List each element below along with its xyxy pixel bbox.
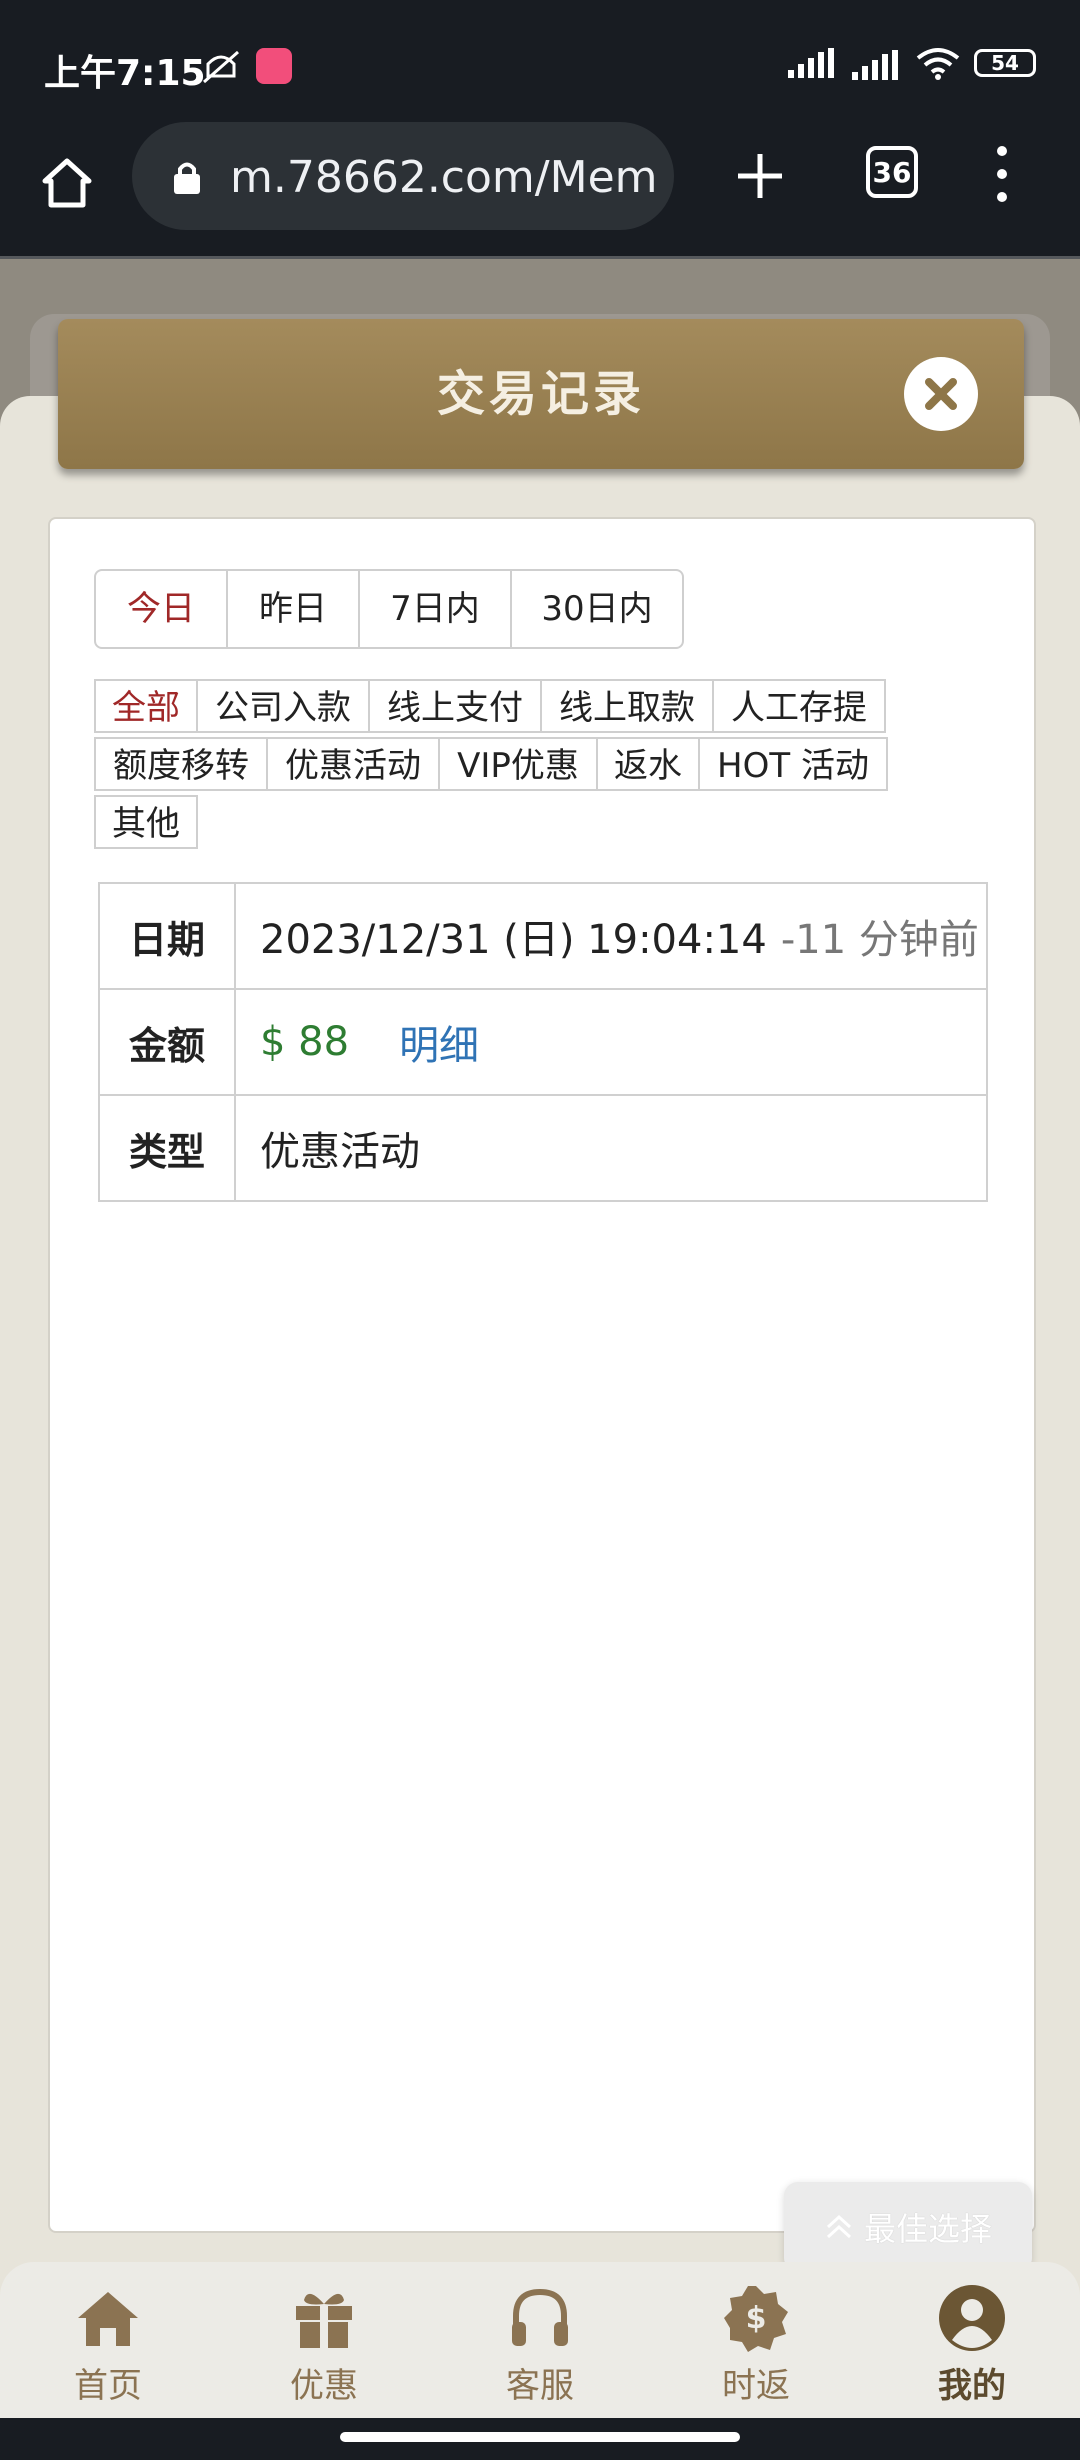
- date-text: 2023/12/31 (日) 19:04:14: [260, 917, 767, 963]
- filter-all[interactable]: 全部: [94, 679, 198, 733]
- tab-home[interactable]: 首页: [0, 2262, 216, 2418]
- url-text: m.78662.com/Memb: [230, 152, 660, 203]
- headset-icon: [512, 2288, 568, 2346]
- chevron-up-icon: [826, 2214, 851, 2239]
- tab-label: 首页: [74, 2366, 142, 2406]
- user-icon: [939, 2285, 1005, 2351]
- table-row: 日期 2023/12/31 (日) 19:04:14 -11 分钟前: [100, 884, 986, 988]
- app-notification-icon: [256, 48, 292, 84]
- content-card: 今日 昨日 7日内 30日内 全部 公司入款 线上支付 线上取款 人工存提 额度…: [48, 517, 1036, 2233]
- record-table: 日期 2023/12/31 (日) 19:04:14 -11 分钟前 金额 $ …: [98, 882, 988, 1202]
- gift-icon: [296, 2293, 352, 2348]
- amount-value: $ 88 明细: [236, 990, 986, 1094]
- filter-hot[interactable]: HOT 活动: [698, 737, 888, 791]
- home-icon: [42, 158, 92, 208]
- date-range-tabs: 今日 昨日 7日内 30日内: [94, 569, 684, 649]
- signal-icon: [788, 48, 834, 78]
- date-value: 2023/12/31 (日) 19:04:14 -11 分钟前: [236, 884, 986, 988]
- home-icon: [78, 2292, 138, 2346]
- tab-rebate[interactable]: $ 时返: [648, 2262, 864, 2418]
- filter-other[interactable]: 其他: [94, 795, 198, 849]
- time-ago: -11 分钟前: [780, 917, 979, 963]
- lock-icon: [174, 162, 200, 194]
- filter-manual[interactable]: 人工存提: [712, 679, 886, 733]
- status-time: 上午7:15: [44, 53, 206, 94]
- page: 交易记录 今日 昨日 7日内 30日内 全部 公司入款 线上支付 线上取款 人工…: [0, 259, 1080, 2456]
- amount-text: $ 88: [260, 1019, 350, 1065]
- tab-switcher-button[interactable]: 36: [866, 146, 918, 198]
- page-title: 交易记录: [436, 366, 645, 422]
- close-button[interactable]: [904, 357, 978, 431]
- home-button[interactable]: [34, 150, 100, 216]
- mute-icon: [203, 50, 239, 84]
- filter-online-withdraw[interactable]: 线上取款: [540, 679, 714, 733]
- best-choice-button[interactable]: 最佳选择: [784, 2182, 1032, 2272]
- tab-yesterday[interactable]: 昨日: [226, 571, 358, 647]
- home-indicator[interactable]: [340, 2432, 740, 2442]
- dollar-badge-icon: $: [724, 2286, 788, 2352]
- filter-online-payment[interactable]: 线上支付: [368, 679, 542, 733]
- tab-label: 时返: [722, 2366, 790, 2406]
- modal-header: 交易记录: [58, 319, 1024, 469]
- date-label: 日期: [100, 884, 236, 988]
- svg-text:$: $: [746, 2301, 767, 2336]
- overflow-menu-button[interactable]: [990, 146, 1014, 202]
- filter-vip[interactable]: VIP优惠: [438, 737, 598, 791]
- tab-label: 我的: [938, 2366, 1006, 2406]
- tab-support[interactable]: 客服: [432, 2262, 648, 2418]
- filter-transfer[interactable]: 额度移转: [94, 737, 268, 791]
- tab-mine[interactable]: 我的: [864, 2262, 1080, 2418]
- wifi-icon: [916, 48, 960, 80]
- signal-hd-icon: [852, 50, 898, 80]
- filter-promotion[interactable]: 优惠活动: [266, 737, 440, 791]
- table-row: 类型 优惠活动: [100, 1094, 986, 1200]
- detail-link[interactable]: 明细: [399, 1013, 479, 1071]
- tab-30days[interactable]: 30日内: [510, 571, 682, 647]
- battery-icon: 54: [974, 49, 1036, 77]
- filter-company-deposit[interactable]: 公司入款: [196, 679, 370, 733]
- type-label: 类型: [100, 1096, 236, 1200]
- best-choice-label: 最佳选择: [863, 2210, 992, 2248]
- tab-promotions[interactable]: 优惠: [216, 2262, 432, 2418]
- new-tab-button[interactable]: [732, 148, 788, 204]
- type-value: 优惠活动: [260, 1129, 420, 1175]
- bottom-tab-bar: 首页 优惠 客服 $ 时返 我的: [0, 2262, 1080, 2418]
- system-nav-bar: [0, 2418, 1080, 2460]
- tab-today[interactable]: 今日: [96, 571, 226, 647]
- status-bar: 上午7:15 54: [0, 0, 1080, 118]
- status-right: 54: [788, 46, 1036, 80]
- amount-label: 金额: [100, 990, 236, 1094]
- address-bar[interactable]: m.78662.com/Memb: [132, 122, 674, 230]
- table-row: 金额 $ 88 明细: [100, 988, 986, 1094]
- filter-rebate[interactable]: 返水: [596, 737, 700, 791]
- browser-toolbar: m.78662.com/Memb 36: [0, 118, 1080, 259]
- tab-label: 客服: [506, 2366, 574, 2406]
- tab-7days[interactable]: 7日内: [358, 571, 510, 647]
- close-icon: [925, 378, 957, 410]
- tab-label: 优惠: [290, 2366, 358, 2406]
